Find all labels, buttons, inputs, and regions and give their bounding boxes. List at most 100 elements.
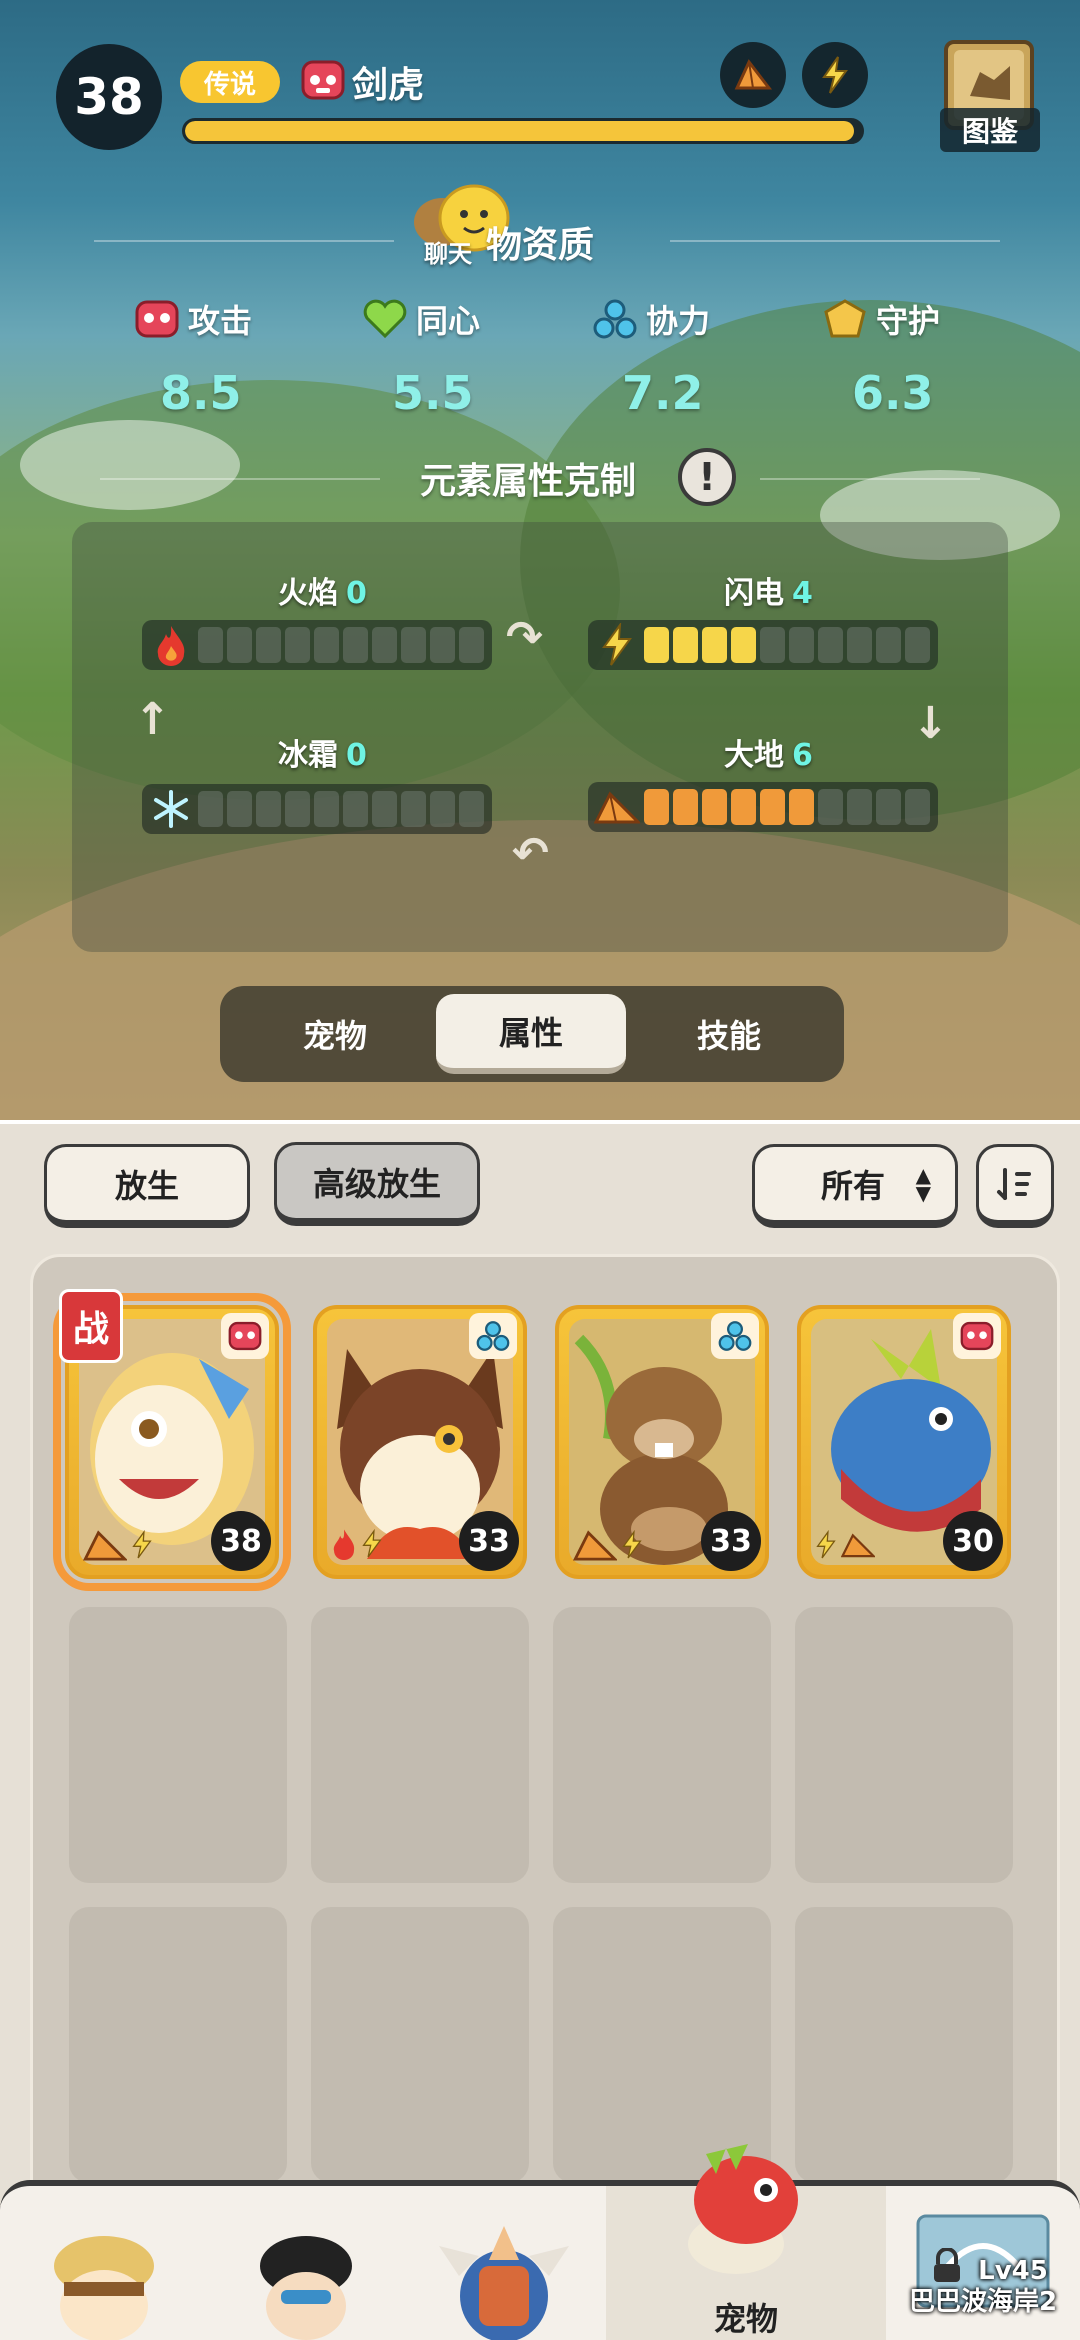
empty-slot — [795, 1907, 1013, 2183]
stat-harmony: 同心 5.5 — [362, 296, 562, 420]
lightning-icon — [362, 1528, 382, 1558]
meter-segment — [789, 627, 814, 663]
sort-button[interactable] — [976, 1144, 1054, 1228]
locked-location: 巴巴波海岸2 — [908, 2287, 1058, 2317]
meter-segment — [731, 789, 756, 825]
snowflake-icon — [148, 787, 194, 831]
lightning-element-button[interactable] — [802, 42, 868, 108]
stat-guard: 守护 6.3 — [822, 296, 1022, 420]
pokedex-label[interactable]: 图鉴 — [940, 108, 1040, 152]
lightning-icon — [816, 1529, 836, 1559]
meter-segment — [372, 791, 397, 827]
lightning-icon — [822, 56, 848, 94]
meter-segment — [430, 791, 455, 827]
meter-segment — [876, 627, 901, 663]
meter-segment — [789, 789, 814, 825]
nav-character[interactable] — [4, 2186, 204, 2340]
meter-segment — [673, 789, 698, 825]
bottom-nav: 宠物 Lv45 巴巴波海岸2 — [0, 2144, 1080, 2340]
lightning-icon — [594, 623, 640, 667]
nav-locked-map[interactable]: Lv45 巴巴波海岸2 — [886, 2186, 1080, 2340]
meter-segment — [372, 627, 397, 663]
stat-teamwork: 协力 7.2 — [592, 296, 792, 420]
guard-icon — [824, 299, 866, 338]
rarity-badge: 传说 — [180, 61, 280, 103]
meter-segment — [459, 627, 484, 663]
elements-title: 元素属性克制 — [420, 461, 637, 502]
frost-label: 冰霜 0 — [278, 738, 367, 773]
earth-element-button[interactable] — [720, 42, 786, 108]
xp-bar — [182, 118, 864, 144]
updown-chevron-icon: ▲ ▼ — [915, 1162, 931, 1205]
earth-icon — [594, 785, 640, 829]
info-button[interactable]: ! — [678, 448, 736, 506]
meter-segment — [401, 627, 426, 663]
element-panel — [72, 522, 1008, 952]
attack-type-icon — [221, 1313, 269, 1359]
stat-value: 7.2 — [622, 366, 704, 420]
meter-segment — [198, 791, 223, 827]
nav-pets[interactable]: 宠物 — [606, 2144, 886, 2340]
fire-icon — [333, 1529, 355, 1561]
pet-name: 剑虎 — [352, 65, 425, 106]
pet-card-beaver[interactable]: 33 — [555, 1305, 769, 1579]
teamwork-icon — [593, 299, 637, 339]
pet-level-badge: 38 — [56, 44, 162, 150]
meter-segment — [847, 627, 872, 663]
fire-label: 火焰 0 — [278, 576, 367, 611]
tab-pet[interactable]: 宠物 — [240, 994, 430, 1074]
meter-segment — [876, 789, 901, 825]
earth-icon — [734, 59, 773, 90]
meter-segment — [256, 791, 281, 827]
empty-slot — [69, 1607, 287, 1883]
tab-skills[interactable]: 技能 — [634, 994, 824, 1074]
aptitude-title: 物资质 — [486, 225, 595, 266]
filter-dropdown[interactable]: 所有 ▲ ▼ — [752, 1144, 958, 1228]
meter-segment — [702, 789, 727, 825]
meter-segment — [314, 627, 339, 663]
stat-attack: 攻击 8.5 — [134, 296, 334, 420]
pet-elements — [573, 1529, 643, 1561]
empty-slot — [69, 1907, 287, 2183]
frost-meter — [142, 784, 492, 834]
tab-attributes[interactable]: 属性 — [436, 994, 626, 1074]
empty-slot — [311, 1607, 529, 1883]
meter-segment — [430, 627, 455, 663]
stat-label: 守护 — [876, 302, 941, 340]
teamwork-type-icon — [711, 1313, 759, 1359]
red-dino-pet-icon — [688, 2144, 798, 2274]
meter-segment — [905, 789, 930, 825]
xp-bar-fill — [185, 121, 855, 141]
lightning-label: 闪电 4 — [724, 576, 813, 611]
attack-type-icon — [953, 1313, 1001, 1359]
pet-card-sabertooth[interactable]: 战 38 — [53, 1289, 291, 1591]
meter-segment — [905, 627, 930, 663]
meter-segment — [702, 627, 727, 663]
earth-label: 大地 6 — [724, 738, 813, 773]
meter-segment — [401, 791, 426, 827]
advanced-release-button[interactable]: 高级放生 — [274, 1142, 480, 1226]
release-button[interactable]: 放生 — [44, 1144, 250, 1228]
caveman-avatar-icon — [54, 2236, 154, 2340]
nav-tribe[interactable] — [404, 2186, 604, 2340]
fire-meter — [142, 620, 492, 670]
teamwork-type-icon — [469, 1313, 517, 1359]
meter-segment — [256, 627, 281, 663]
tab-bar: 宠物 属性 技能 — [220, 986, 844, 1082]
meter-segment — [198, 627, 223, 663]
earth-icon — [841, 1533, 875, 1558]
pet-card-dino[interactable]: 30 — [797, 1305, 1011, 1579]
meter-segment — [731, 627, 756, 663]
attack-type-icon — [301, 60, 345, 100]
empty-slot — [311, 1907, 529, 2183]
arrow-up-icon: ↑ — [134, 694, 171, 745]
pet-level: 30 — [943, 1511, 1003, 1571]
pet-card-fox[interactable]: 33 — [313, 1305, 527, 1579]
chat-label[interactable]: 聊天 — [424, 234, 472, 269]
meter-segment — [285, 791, 310, 827]
battle-tag: 战 — [59, 1289, 123, 1363]
nav-companion[interactable] — [206, 2186, 406, 2340]
sort-icon — [997, 1167, 1031, 1200]
earth-meter — [588, 782, 938, 832]
lightning-meter — [588, 620, 938, 670]
